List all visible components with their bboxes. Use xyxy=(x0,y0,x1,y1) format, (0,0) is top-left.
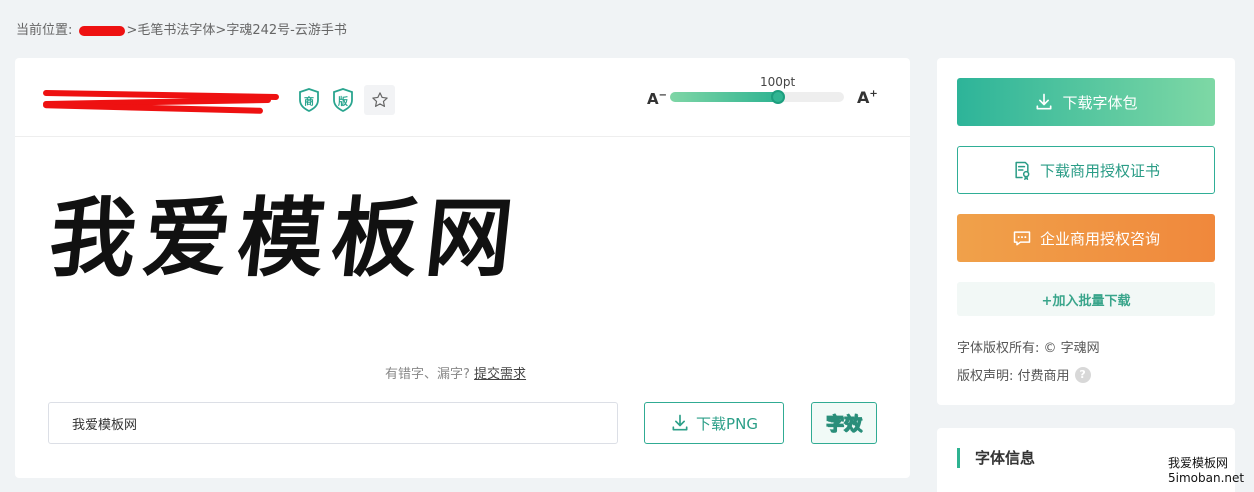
download-certificate-label: 下载商用授权证书 xyxy=(1039,161,1160,180)
batch-download-label: +加入批量下载 xyxy=(1041,293,1131,309)
download-png-label: 下载PNG xyxy=(696,414,758,433)
chat-icon xyxy=(1013,231,1031,246)
card-header: 商 版 A− 100pt A+ xyxy=(15,58,910,137)
copyright-statement: 版权声明: 付费商用 xyxy=(957,369,1070,384)
error-hint: 有错字、漏字? 提交需求 xyxy=(385,363,526,382)
font-preview-card: 商 版 A− 100pt A+ 我爱模板网 有错字、漏字? 提交需求 我爱模板网… xyxy=(15,58,910,478)
consult-button[interactable]: 企业商用授权咨询 xyxy=(957,214,1215,262)
copyright-owner: 字体版权所有: © 字魂网 xyxy=(957,341,1100,356)
font-size-increase-button[interactable]: A+ xyxy=(857,88,878,107)
text-effect-label: 字效 xyxy=(826,414,863,436)
font-size-decrease-button[interactable]: A− xyxy=(647,90,667,108)
watermark-line2: 5imoban.net xyxy=(1168,471,1245,485)
breadcrumb-redaction xyxy=(78,25,125,36)
watermark-line1: 我爱模板网 xyxy=(1168,456,1229,470)
star-icon xyxy=(371,92,388,107)
font-size-slider[interactable] xyxy=(670,90,844,104)
error-hint-text: 有错字、漏字? xyxy=(385,367,470,382)
download-sidebar: 下载字体包 下载商用授权证书 企业商用授权咨询 +加入批量下载 字体版权所有: … xyxy=(937,58,1235,405)
watermark: 我爱模板网 5imoban.net xyxy=(1168,456,1254,486)
font-info-title: 字体信息 xyxy=(957,448,1035,468)
download-font-button[interactable]: 下载字体包 xyxy=(957,78,1215,126)
batch-download-button[interactable]: +加入批量下载 xyxy=(957,282,1215,316)
commercial-badge[interactable]: 商 xyxy=(298,88,320,112)
copyright-badge-label: 版 xyxy=(338,97,348,108)
download-font-label: 下载字体包 xyxy=(1062,93,1138,112)
preview-text-input[interactable] xyxy=(48,402,618,444)
breadcrumb: 当前位置: >毛笔书法字体>字魂242号-云游手书 xyxy=(16,19,347,38)
download-certificate-button[interactable]: 下载商用授权证书 xyxy=(957,146,1215,194)
submit-request-link[interactable]: 提交需求 xyxy=(474,367,526,382)
certificate-icon xyxy=(1015,161,1030,180)
font-preview-text: 我爱模板网 xyxy=(44,188,526,289)
copyright-badge[interactable]: 版 xyxy=(332,88,354,112)
slider-fill xyxy=(670,92,778,102)
breadcrumb-path[interactable]: >毛笔书法字体>字魂242号-云游手书 xyxy=(127,23,347,38)
font-size-value: 100pt xyxy=(760,75,796,89)
copyright-statement-row: 版权声明: 付费商用 ? xyxy=(957,365,1091,384)
download-icon xyxy=(1036,93,1052,110)
help-icon[interactable]: ? xyxy=(1074,366,1091,383)
slider-handle[interactable] xyxy=(770,90,785,104)
breadcrumb-prefix: 当前位置: xyxy=(16,23,73,38)
text-effect-button[interactable]: 字效 xyxy=(811,402,877,444)
commercial-badge-label: 商 xyxy=(304,97,314,108)
favorite-button[interactable] xyxy=(364,85,395,115)
download-png-button[interactable]: 下载PNG xyxy=(644,402,784,444)
font-title-redaction xyxy=(42,88,281,114)
download-icon xyxy=(672,414,688,431)
consult-label: 企业商用授权咨询 xyxy=(1039,229,1160,248)
